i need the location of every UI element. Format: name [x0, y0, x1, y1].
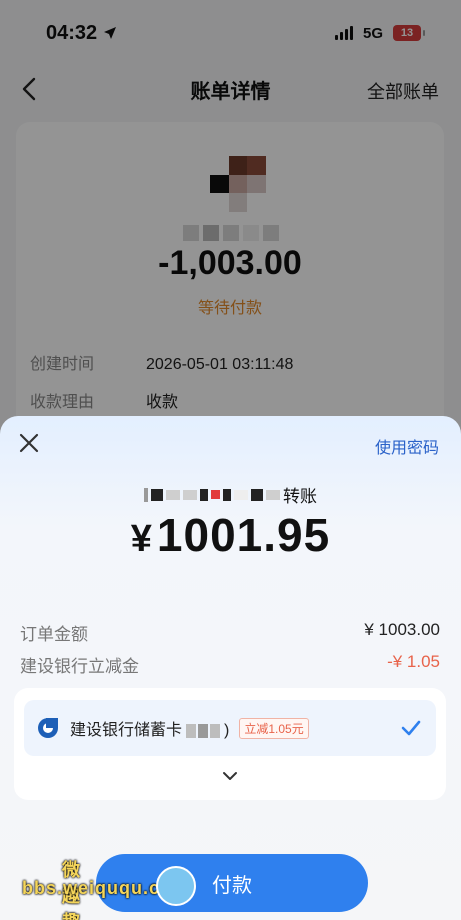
card-number-mask — [186, 723, 221, 738]
watermark-mascot — [156, 866, 196, 906]
order-amount-label: 订单金额 — [20, 625, 88, 644]
chevron-down-icon[interactable] — [220, 766, 240, 786]
promo-badge: 立减1.05元 — [239, 717, 309, 739]
payee-suffix: 转账 — [283, 487, 317, 506]
checkmark-icon — [401, 720, 421, 736]
discount-value: -¥ 1.05 — [387, 652, 440, 671]
bank-name: 建设银行储蓄卡 — [70, 722, 183, 739]
bank-card-label: 建设银行储蓄卡) — [70, 716, 229, 740]
payment-method-option[interactable]: 建设银行储蓄卡) 立减1.05元 — [24, 700, 436, 756]
ccb-logo-icon — [38, 718, 58, 738]
discount-row: 建设银行立减金 -¥ 1.05 — [20, 652, 440, 677]
currency-symbol: ¥ — [130, 518, 153, 560]
close-icon[interactable] — [18, 432, 40, 454]
payment-method-box: 建设银行储蓄卡) 立减1.05元 — [14, 688, 446, 800]
watermark-line2: bbs.weiququ.cn — [22, 878, 173, 898]
order-amount-value: ¥ 1003.00 — [364, 620, 440, 639]
payment-sheet: 使用密码 转账 ¥1001.95 订单金额 ¥ 1003.00 建设银行立减金 … — [0, 416, 461, 920]
pay-amount-value: 1001.95 — [156, 509, 331, 561]
payee-line: 转账 — [0, 482, 461, 507]
bank-card-closing: ) — [224, 722, 230, 739]
use-password-link[interactable]: 使用密码 — [375, 434, 439, 458]
discount-label: 建设银行立减金 — [20, 657, 139, 676]
order-amount-row: 订单金额 ¥ 1003.00 — [20, 620, 440, 645]
payment-screen: 04:32 5G 13 账单详情 全部账单 -1,003.00 等待付款 创建时… — [0, 0, 461, 920]
pay-amount: ¥1001.95 — [0, 508, 461, 562]
